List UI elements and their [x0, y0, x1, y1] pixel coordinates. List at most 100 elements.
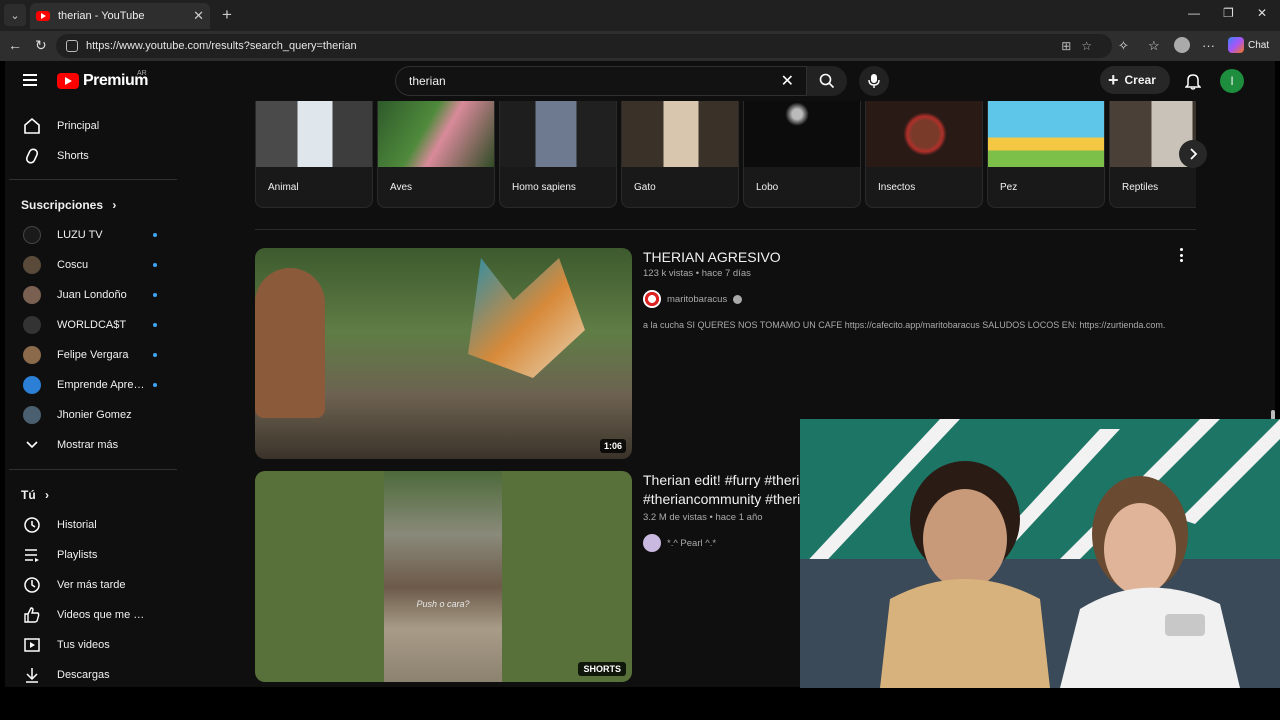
- channel-link[interactable]: maritobaracus: [643, 290, 743, 308]
- search-button[interactable]: [807, 66, 847, 96]
- address-bar[interactable]: https://www.youtube.com/results?search_q…: [56, 34, 1112, 58]
- chevron-right-icon: ›: [112, 198, 117, 212]
- subscriptions-heading[interactable]: Suscripciones ›: [21, 198, 116, 212]
- more-options-icon[interactable]: ···: [1202, 38, 1215, 53]
- sidebar-item-subscription[interactable]: LUZU TV: [9, 220, 175, 250]
- chip-label: Aves: [390, 182, 413, 193]
- subscriptions-title: Suscripciones: [21, 198, 104, 212]
- create-label: Crear: [1124, 73, 1156, 87]
- channel-avatar: [23, 346, 41, 364]
- chips-next-button[interactable]: [1179, 140, 1207, 168]
- sidebar-item-subscription[interactable]: Juan Londoño: [9, 280, 175, 310]
- reload-icon[interactable]: ↻: [35, 37, 47, 54]
- topic-chip[interactable]: Insectos: [865, 101, 983, 208]
- more-actions-icon[interactable]: [1175, 247, 1187, 263]
- chip-label: Gato: [634, 182, 656, 193]
- clock-icon: [21, 574, 43, 596]
- maximize-icon[interactable]: ❐: [1223, 6, 1234, 20]
- voice-search-button[interactable]: [859, 66, 889, 96]
- short-overlay-text: Push o cara?: [416, 599, 470, 609]
- channel-name: *.^ Pearl ^.*: [667, 537, 717, 549]
- site-info-icon[interactable]: [66, 40, 78, 52]
- search-input[interactable]: therian ✕: [395, 66, 807, 96]
- address-bar-actions[interactable]: ⊞☆: [1061, 39, 1102, 53]
- new-content-dot: [153, 233, 157, 237]
- chip-label: Reptiles: [1122, 182, 1159, 193]
- you-heading[interactable]: Tú ›: [21, 488, 49, 502]
- menu-icon[interactable]: [23, 74, 37, 86]
- sidebar-item-label: Jhonier Gomez: [57, 409, 132, 421]
- sidebar-item-subscription[interactable]: Felipe Vergara: [9, 340, 175, 370]
- chevron-down-icon: [21, 434, 43, 456]
- youtube-logo[interactable]: Premium: [57, 72, 148, 90]
- create-button[interactable]: + Crear: [1100, 66, 1170, 94]
- webcam-overlay: [800, 419, 1280, 688]
- account-avatar[interactable]: I: [1220, 69, 1244, 93]
- channel-avatar: [23, 316, 41, 334]
- copilot-chat-button[interactable]: Chat: [1228, 37, 1269, 53]
- shorts-badge: SHORTS: [578, 662, 626, 676]
- video-title[interactable]: THERIAN AGRESIVO: [643, 248, 1183, 267]
- topic-chip[interactable]: Lobo: [743, 101, 861, 208]
- sidebar-divider: [9, 469, 177, 470]
- new-content-dot: [153, 383, 157, 387]
- sidebar-item-label: Coscu: [57, 259, 89, 271]
- screen-bottom-bar: [0, 688, 1280, 720]
- extensions-icon[interactable]: ✧: [1118, 38, 1129, 54]
- video-thumbnail[interactable]: 1:06: [255, 248, 632, 459]
- sidebar-item-historial[interactable]: Historial: [9, 510, 175, 540]
- sidebar-item-descargas[interactable]: Descargas: [9, 660, 175, 687]
- sidebar-item-ver-mas-tarde[interactable]: Ver más tarde: [9, 570, 175, 600]
- sidebar-item-label: Videos que me gus...: [57, 609, 145, 621]
- thumbs-up-icon: [21, 604, 43, 626]
- minimize-icon[interactable]: —: [1188, 6, 1200, 20]
- sidebar-item-playlists[interactable]: Playlists: [9, 540, 175, 570]
- chip-label: Lobo: [756, 182, 779, 193]
- favorites-icon[interactable]: ☆: [1148, 38, 1160, 54]
- sidebar-item-subscription[interactable]: Coscu: [9, 250, 175, 280]
- sidebar-item-label: Principal: [57, 120, 100, 132]
- browser-tab[interactable]: therian - YouTube ✕: [30, 3, 210, 29]
- channel-avatar: [23, 376, 41, 394]
- sidebar-item-subscription[interactable]: WORLDCA$T: [9, 310, 175, 340]
- topic-chip[interactable]: Gato: [621, 101, 739, 208]
- channel-link[interactable]: *.^ Pearl ^.*: [643, 534, 716, 552]
- topic-chip[interactable]: Homo sapiens: [499, 101, 617, 208]
- sidebar-item-liked-videos[interactable]: Videos que me gus...: [9, 600, 175, 630]
- topic-chip[interactable]: Aves: [377, 101, 495, 208]
- back-icon[interactable]: ←: [8, 37, 22, 53]
- sidebar-item-subscription[interactable]: Emprende Apren...: [9, 370, 175, 400]
- new-content-dot: [153, 323, 157, 327]
- copilot-label: Chat: [1248, 39, 1270, 51]
- channel-avatar: [23, 256, 41, 274]
- sidebar-item-label: Playlists: [57, 549, 98, 561]
- topic-chip[interactable]: Animal: [255, 101, 373, 208]
- close-window-icon[interactable]: ✕: [1257, 6, 1267, 20]
- sidebar-item-subscription[interactable]: Jhonier Gomez: [9, 400, 175, 430]
- sidebar-item-shorts[interactable]: Shorts: [9, 141, 175, 171]
- topic-chip[interactable]: Pez: [987, 101, 1105, 208]
- new-tab-button[interactable]: +: [216, 4, 238, 26]
- your-videos-icon: [21, 634, 43, 656]
- clear-search-icon[interactable]: ✕: [781, 71, 794, 91]
- short-frame: Push o cara?: [384, 471, 502, 682]
- video-description: a la cucha SI QUERES NOS TOMAMO UN CAFE …: [643, 320, 1166, 330]
- thumbnail-figure: [255, 268, 325, 418]
- short-thumbnail[interactable]: Push o cara? SHORTS: [255, 471, 632, 682]
- tab-list-button[interactable]: ⌄: [4, 4, 26, 26]
- url-text: https://www.youtube.com/results?search_q…: [86, 40, 357, 52]
- new-content-dot: [153, 353, 157, 357]
- channel-avatar: [23, 406, 41, 424]
- browser-profile-avatar[interactable]: [1174, 37, 1190, 53]
- chip-thumbnail: [256, 101, 372, 167]
- tab-close-icon[interactable]: ✕: [193, 8, 204, 24]
- video-duration: 1:06: [599, 439, 626, 453]
- sidebar-item-principal[interactable]: Principal: [9, 111, 175, 141]
- new-content-dot: [153, 293, 157, 297]
- notifications-button[interactable]: [1181, 69, 1205, 93]
- chip-thumbnail: [622, 101, 738, 167]
- show-more-button[interactable]: Mostrar más: [9, 430, 175, 460]
- tab-title: therian - YouTube: [58, 10, 145, 22]
- sidebar: Principal Shorts Suscripciones › LUZU TV…: [5, 105, 181, 687]
- sidebar-item-tus-videos[interactable]: Tus videos: [9, 630, 175, 660]
